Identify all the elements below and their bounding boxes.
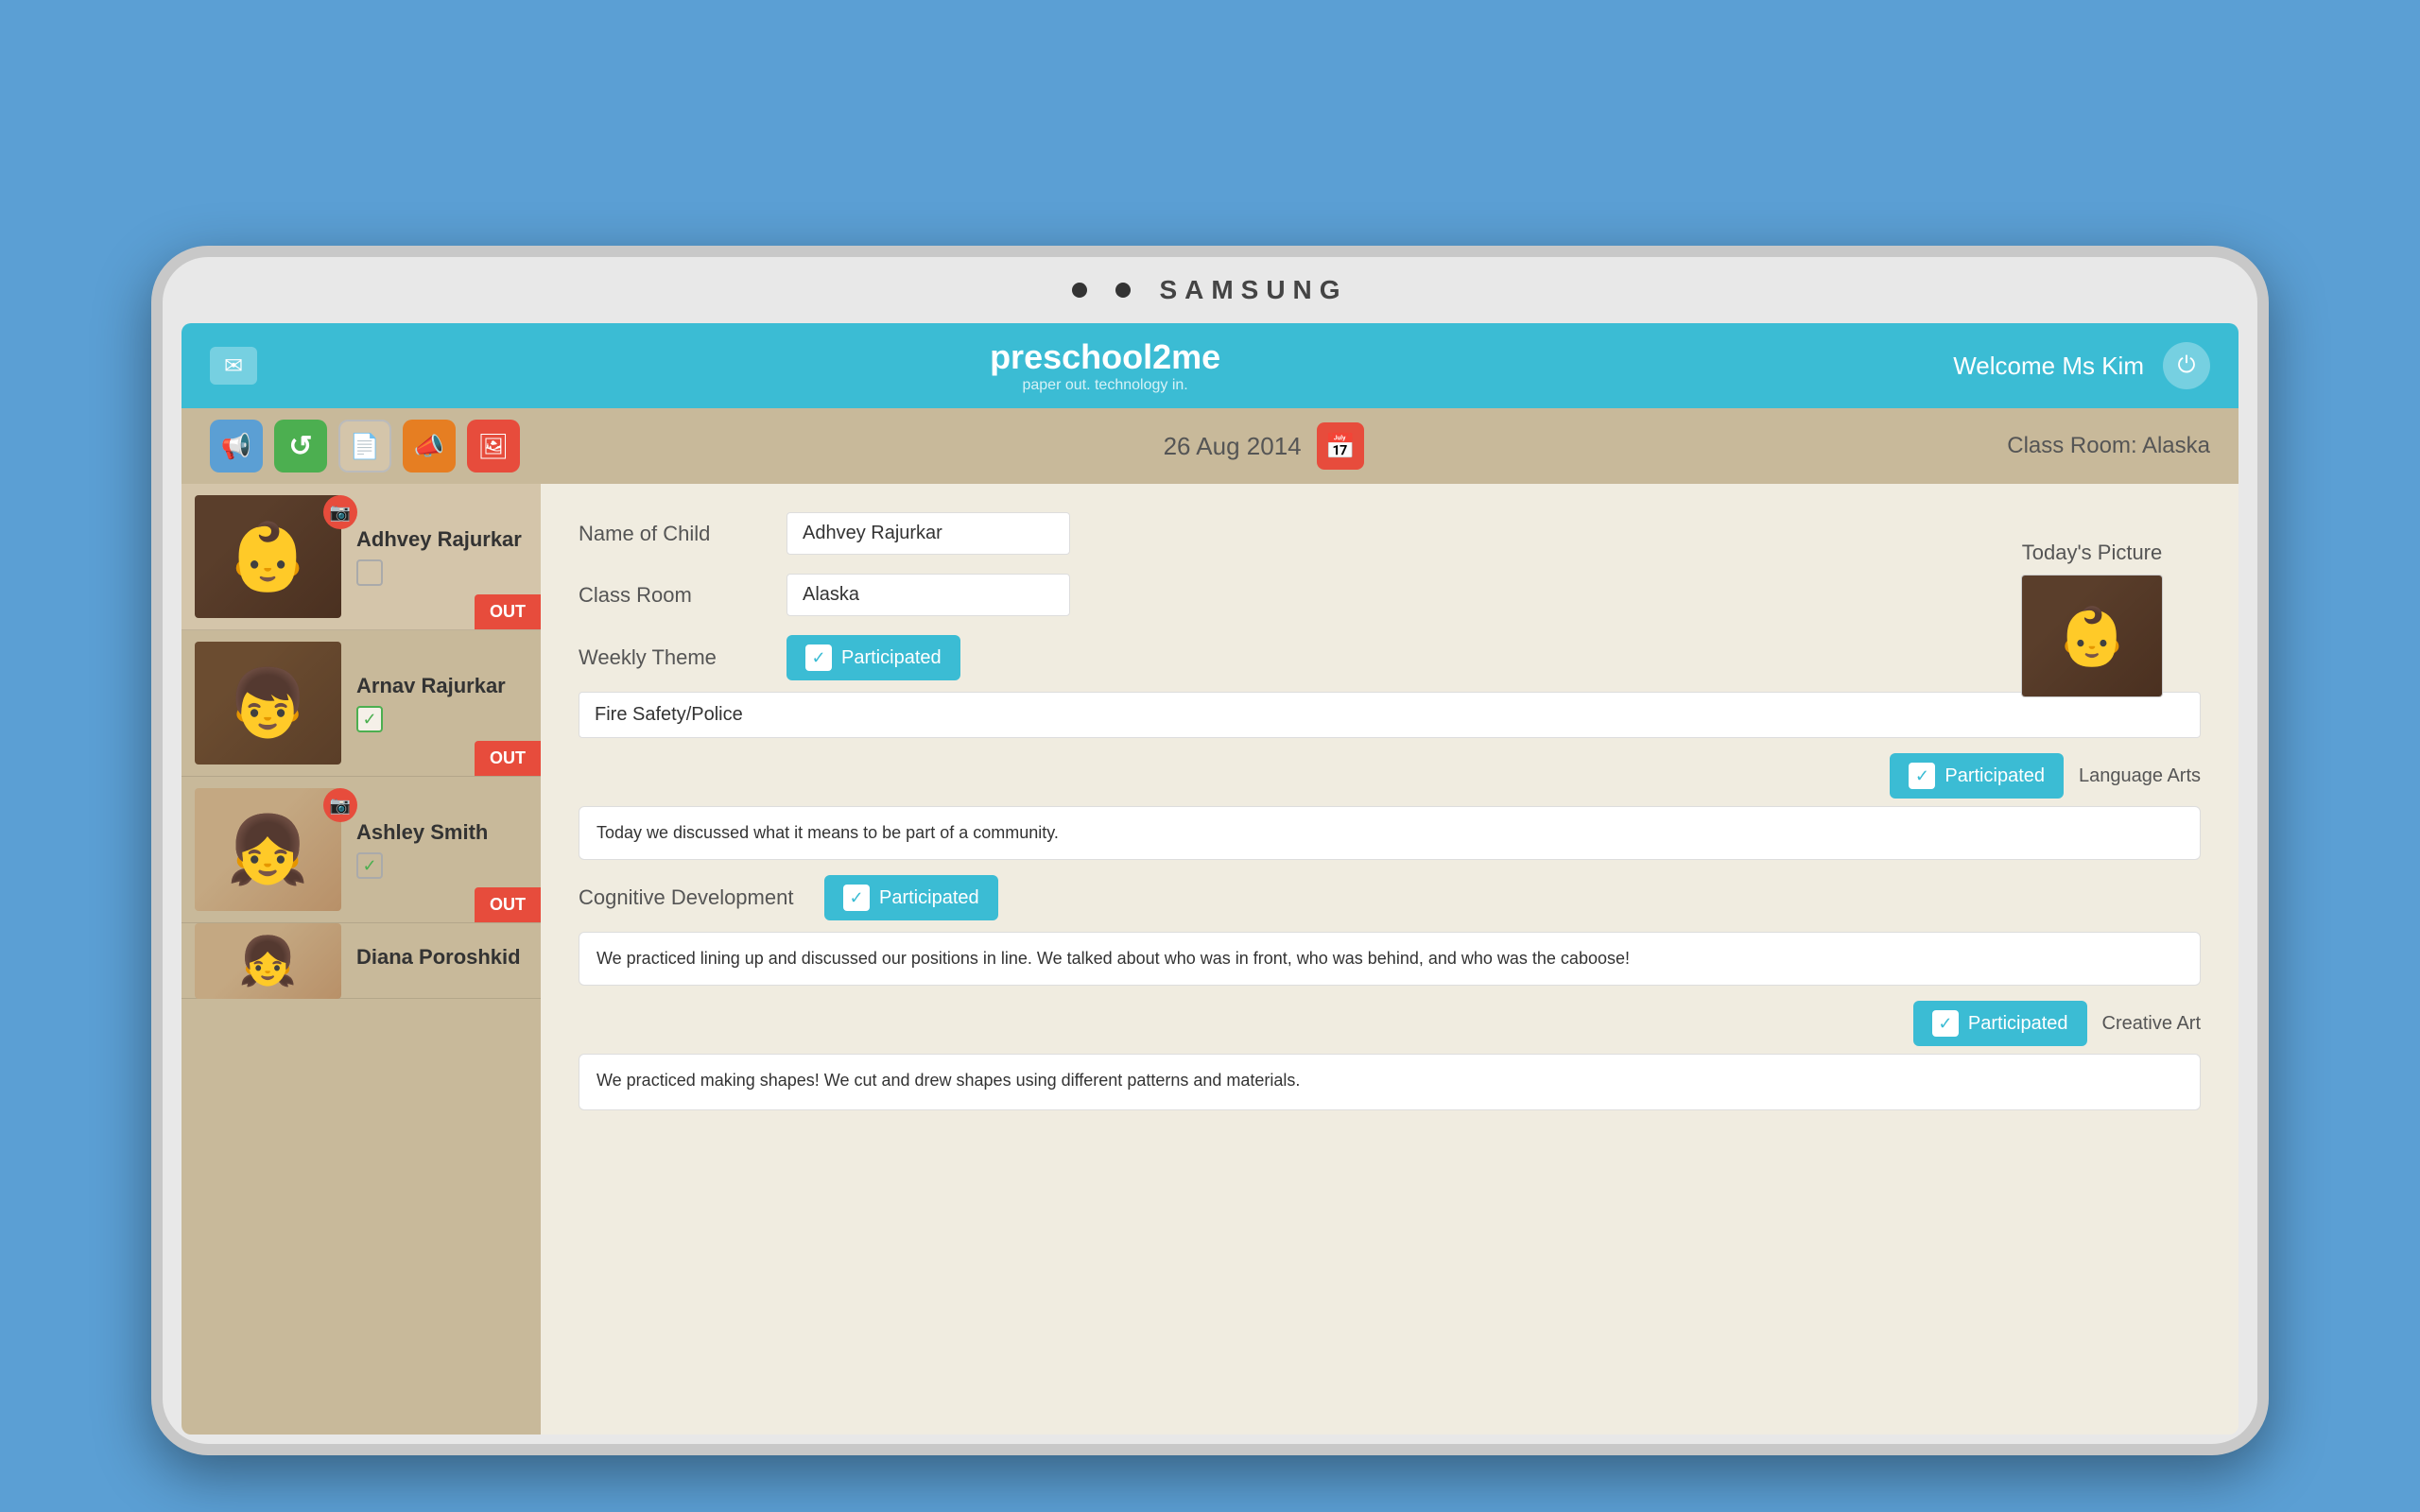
cog-dev-textarea[interactable]: We practiced lining up and discussed our… xyxy=(579,932,2201,986)
student-item[interactable]: 👶 📷 Adhvey Rajurkar OUT xyxy=(182,484,541,630)
lang-arts-participate[interactable]: ✓ Participated xyxy=(1890,753,2064,799)
creative-arts-row: ✓ Participated Creative Art xyxy=(579,1001,2201,1046)
refresh-button[interactable]: ↺ xyxy=(274,420,327,472)
name-input[interactable]: Adhvey Rajurkar xyxy=(786,512,1070,555)
student-info-ashley: Ashley Smith ✓ xyxy=(341,820,527,879)
toolbar: 📢 ↺ 📄 📣 🖼 26 Aug 2014 📅 Class Room: Alas… xyxy=(182,408,2238,484)
student-info-adhvey: Adhvey Rajurkar xyxy=(341,527,527,586)
student-name-diana: Diana Poroshkid xyxy=(356,945,527,970)
classroom-form-label: Class Room xyxy=(579,583,768,608)
weekly-theme-participated-label: Participated xyxy=(841,647,942,669)
creative-arts-textarea[interactable]: We practiced making shapes! We cut and d… xyxy=(579,1054,2201,1110)
tablet-screen: ✉ preschool2me paper out. technology in.… xyxy=(182,323,2238,1435)
student-check-arnav[interactable]: ✓ xyxy=(356,706,383,732)
tablet-device: SAMSUNG ✉ preschool2me paper out. techno… xyxy=(151,246,2269,1455)
announce-button[interactable]: 📢 xyxy=(210,420,263,472)
weekly-theme-label: Weekly Theme xyxy=(579,645,768,670)
todays-picture-label: Today's Picture xyxy=(2021,541,2163,565)
student-photo-adhvey: 👶 xyxy=(195,495,341,618)
main-content: 👶 📷 Adhvey Rajurkar OUT 👦 Arnav Ra xyxy=(182,484,2238,1435)
classroom-label: Class Room: Alaska xyxy=(2007,433,2210,459)
weekly-theme-check: ✓ xyxy=(805,644,832,671)
lang-arts-label: Language Arts xyxy=(2079,765,2201,787)
weekly-theme-participate[interactable]: ✓ Participated xyxy=(786,635,960,680)
tablet-top-bar: SAMSUNG xyxy=(163,257,2257,323)
student-item[interactable]: 👧 📷 Ashley Smith ✓ OUT xyxy=(182,777,541,923)
todays-picture-frame: 👶 xyxy=(2021,575,2163,697)
classroom-input[interactable]: Alaska xyxy=(786,574,1070,616)
cog-dev-label: Cognitive Development xyxy=(579,885,805,910)
welcome-text: Welcome Ms Kim xyxy=(1953,352,2144,381)
mail-icon[interactable]: ✉ xyxy=(210,347,257,385)
student-photo-diana: 👧 xyxy=(195,923,341,999)
tablet-dot-2 xyxy=(1115,283,1131,298)
student-item[interactable]: 👧 Diana Poroshkid xyxy=(182,923,541,999)
lang-arts-participated-label: Participated xyxy=(1945,765,2045,787)
megaphone-button[interactable]: 📣 xyxy=(403,420,456,472)
creative-arts-participate[interactable]: ✓ Participated xyxy=(1913,1001,2087,1046)
student-photo-arnav: 👦 xyxy=(195,642,341,765)
student-item[interactable]: 👦 Arnav Rajurkar ✓ OUT xyxy=(182,630,541,777)
lang-arts-check: ✓ xyxy=(1909,763,1935,789)
student-check-adhvey[interactable] xyxy=(356,559,383,586)
student-info-diana: Diana Poroshkid xyxy=(341,945,527,977)
power-button[interactable]: ⏻ xyxy=(2163,342,2210,389)
out-badge-adhvey: OUT xyxy=(475,594,541,629)
creative-arts-participated-label: Participated xyxy=(1968,1013,2068,1035)
weekly-theme-input[interactable] xyxy=(579,692,2201,738)
cog-dev-participate[interactable]: ✓ Participated xyxy=(824,875,998,920)
header-right: Welcome Ms Kim ⏻ xyxy=(1953,342,2210,389)
cog-dev-check: ✓ xyxy=(843,885,870,911)
weekly-theme-row: Weekly Theme ✓ Participated xyxy=(579,635,2201,680)
brand-tagline: paper out. technology in. xyxy=(990,377,1220,394)
tablet-brand: SAMSUNG xyxy=(1159,275,1347,305)
student-info-arnav: Arnav Rajurkar ✓ xyxy=(341,674,527,732)
out-badge-arnav: OUT xyxy=(475,741,541,776)
camera-badge-ashley: 📷 xyxy=(323,788,357,822)
student-name-adhvey: Adhvey Rajurkar xyxy=(356,527,527,552)
student-list: 👶 📷 Adhvey Rajurkar OUT 👦 Arnav Ra xyxy=(182,484,541,1435)
camera-badge-adhvey: 📷 xyxy=(323,495,357,529)
calendar-icon[interactable]: 📅 xyxy=(1317,422,1364,470)
toolbar-icons: 📢 ↺ 📄 📣 🖼 xyxy=(210,420,520,472)
name-row: Name of Child Adhvey Rajurkar xyxy=(579,512,2201,555)
cog-dev-row: Cognitive Development ✓ Participated xyxy=(579,875,2201,920)
date-text: 26 Aug 2014 xyxy=(1164,432,1302,461)
photo-button[interactable]: 🖼 xyxy=(467,420,520,472)
pages-button[interactable]: 📄 xyxy=(338,420,391,472)
name-label: Name of Child xyxy=(579,522,768,546)
student-name-ashley: Ashley Smith xyxy=(356,820,527,845)
lang-arts-textarea[interactable]: Today we discussed what it means to be p… xyxy=(579,806,2201,860)
creative-arts-check: ✓ xyxy=(1932,1010,1959,1037)
detail-panel: Today's Picture 👶 Name of Child Adhvey R… xyxy=(541,484,2238,1435)
header-brand: preschool2me paper out. technology in. xyxy=(990,337,1220,394)
student-name-arnav: Arnav Rajurkar xyxy=(356,674,527,698)
cog-dev-participated-label: Participated xyxy=(879,887,979,909)
out-badge-ashley: OUT xyxy=(475,887,541,922)
student-photo-ashley: 👧 xyxy=(195,788,341,911)
student-check-ashley[interactable]: ✓ xyxy=(356,852,383,879)
detail-panel-inner: Today's Picture 👶 Name of Child Adhvey R… xyxy=(579,512,2201,1110)
toolbar-date: 26 Aug 2014 📅 xyxy=(520,422,2007,470)
creative-arts-label: Creative Art xyxy=(2102,1013,2201,1035)
brand-name: preschool2me xyxy=(990,337,1220,377)
classroom-row: Class Room Alaska xyxy=(579,574,2201,616)
lang-arts-row: ✓ Participated Language Arts xyxy=(579,753,2201,799)
app-header: ✉ preschool2me paper out. technology in.… xyxy=(182,323,2238,408)
tablet-dot-1 xyxy=(1072,283,1087,298)
todays-picture: Today's Picture 👶 xyxy=(2021,541,2163,697)
